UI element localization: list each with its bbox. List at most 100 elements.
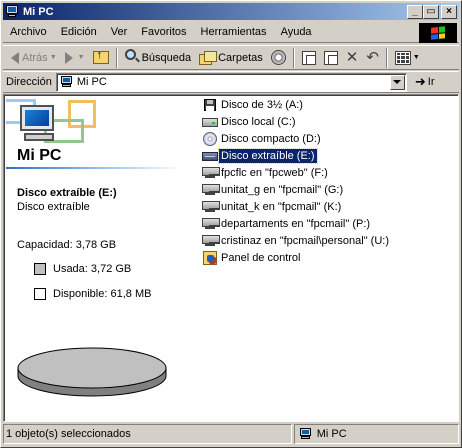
drive-item[interactable]: departaments en "fpcmail" (P:) [202,216,372,232]
status-bar: 1 objeto(s) seleccionados Mi PC [3,424,459,445]
drive-item[interactable]: Disco compacto (D:) [202,131,323,147]
drive-item-label: unitat_k en "fpcmail" (K:) [221,201,342,213]
free-text: Disponible: 61,8 MB [53,288,152,300]
control-panel-icon [202,251,218,265]
search-label: Búsqueda [141,51,192,64]
address-dropdown-button[interactable] [389,74,405,90]
minimize-button[interactable]: _ [407,4,423,19]
my-computer-icon [299,428,313,440]
views-button[interactable]: ▼ [391,47,424,69]
folders-button[interactable]: Carpetas [195,47,267,69]
drive-item[interactable]: unitat_k en "fpcmail" (K:) [202,199,343,215]
menu-ver[interactable]: Ver [104,23,135,41]
close-button[interactable]: × [441,4,457,19]
drive-item-label: fpcflc en "fpcweb" (F:) [221,167,328,179]
status-zone: Mi PC [293,424,459,444]
menu-favoritos[interactable]: Favoritos [134,23,193,41]
go-label: Ir [427,76,435,88]
banner-divider [6,167,181,169]
copy-to-button[interactable] [320,47,342,69]
web-view-panel: Mi PC Disco extraíble (E:) Disco extraíb… [6,97,191,419]
network-drive-icon [202,166,220,180]
windows-logo-icon [419,23,457,43]
panel-banner: Mi PC [6,97,191,172]
network-drive-icon [202,217,220,231]
delete-icon: ✕ [345,48,359,66]
panel-title: Mi PC [17,147,62,164]
forward-dropdown-icon[interactable]: ▼ [78,54,85,61]
move-to-button[interactable] [298,47,320,69]
drive-item-label: Panel de control [221,252,301,264]
folders-label: Carpetas [218,51,263,64]
move-to-icon [301,50,316,65]
removable-disk-icon [202,149,218,163]
selected-drive-name: Disco extraíble (E:) [17,187,117,199]
menu-ayuda[interactable]: Ayuda [274,23,319,41]
folder-view: Mi PC Disco extraíble (E:) Disco extraíb… [3,94,459,422]
back-dropdown-icon[interactable]: ▼ [50,54,57,61]
drive-item[interactable]: cristinaz en "fpcmail\personal" (U:) [202,233,391,249]
back-button[interactable]: Atrás ▼ [7,47,61,69]
maximize-button[interactable]: ▭ [423,4,439,19]
forward-button[interactable]: ▼ [61,47,89,69]
drive-list: Disco de 3½ (A:) Disco local (C:) Disco co… [202,97,452,419]
drive-item[interactable]: fpcflc en "fpcweb" (F:) [202,165,330,181]
my-computer-icon [5,5,19,18]
capacity-text: Capacidad: 3,78 GB [17,239,117,251]
forward-arrow-icon [64,51,73,64]
title-bar[interactable]: Mi PC _ ▭ × [3,3,459,20]
drive-item-label: departaments en "fpcmail" (P:) [221,218,371,230]
back-arrow-icon [11,51,19,64]
drive-item-label: cristinaz en "fpcmail\personal" (U:) [221,235,389,247]
drive-item[interactable]: Disco de 3½ (A:) [202,97,305,113]
hard-disk-icon [202,115,218,129]
search-button[interactable]: Búsqueda [121,47,196,69]
undo-icon: ↶ [366,48,379,66]
network-drive-icon [202,234,220,248]
pie-top-used [17,347,167,389]
address-input[interactable]: Mi PC [55,72,407,92]
up-button[interactable] [89,47,113,69]
go-button[interactable]: ➜ Ir [415,74,435,90]
network-drive-icon [202,183,220,197]
views-dropdown-icon[interactable]: ▼ [413,54,420,61]
drive-item-label: Disco local (C:) [221,116,296,128]
menu-bar: Archivo Edición Ver Favoritos Herramient… [3,22,459,43]
drive-item[interactable]: unitat_g en "fpcmail" (G:) [202,182,345,198]
free-swatch [34,288,46,300]
toolbar-separator [292,47,295,68]
menu-edicion[interactable]: Edición [54,23,104,41]
history-icon [270,50,286,65]
my-computer-icon [60,76,74,88]
copy-to-icon [323,50,338,65]
my-computer-large-icon [20,105,58,145]
used-legend: Usada: 3,72 GB [34,263,131,275]
history-button[interactable] [267,47,290,69]
drive-item-label: Disco extraíble (E:) [218,148,318,164]
drive-item[interactable]: Disco local (C:) [202,114,298,130]
drive-item[interactable]: Panel de control [202,250,303,266]
back-label: Atrás [22,51,48,64]
drive-item-label: Disco de 3½ (A:) [221,99,303,111]
undo-button[interactable]: ↶ [362,47,383,69]
used-text: Usada: 3,72 GB [53,263,132,275]
disk-usage-pie [17,347,167,397]
drive-item-label: Disco compacto (D:) [221,133,321,145]
window-title: Mi PC [23,5,54,18]
status-zone-label: Mi PC [316,428,347,440]
menu-archivo[interactable]: Archivo [3,23,54,41]
explorer-window: Mi PC _ ▭ × Archivo Edición Ver Favorito… [0,0,462,448]
menu-herramientas[interactable]: Herramientas [194,23,274,41]
cd-drive-icon [202,132,218,146]
drive-item-label: unitat_g en "fpcmail" (G:) [221,184,344,196]
toolbar-separator [115,47,118,68]
used-swatch [34,263,46,275]
status-selection: 1 objeto(s) seleccionados [3,424,292,444]
floppy-icon [202,98,218,112]
address-bar: Dirección Mi PC ➜ Ir [3,71,459,93]
delete-button[interactable]: ✕ [342,47,363,69]
address-label: Dirección [6,76,52,88]
views-icon [394,50,411,65]
toolbar-separator [385,47,388,68]
drive-item[interactable]: Disco extraíble (E:) [202,148,318,164]
